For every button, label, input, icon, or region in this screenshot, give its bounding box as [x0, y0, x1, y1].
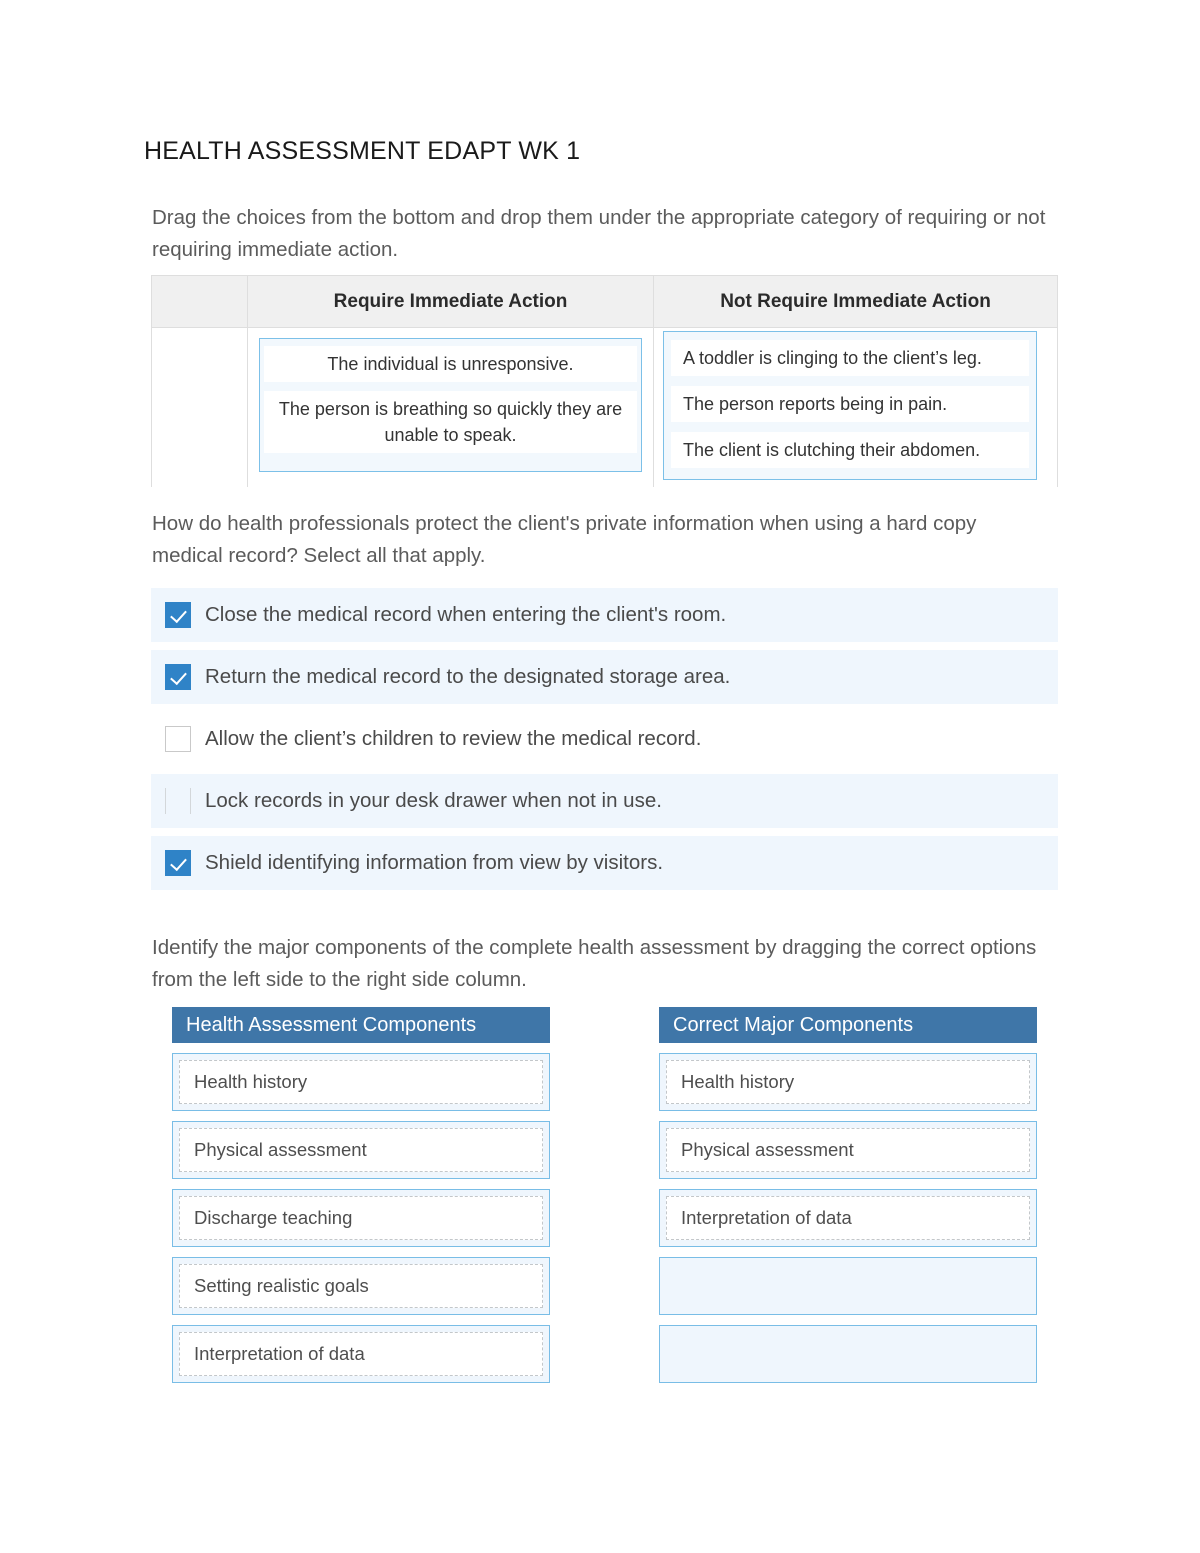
- q1-header-not-require-immediate-action: Not Require Immediate Action: [720, 290, 991, 312]
- q2-option-label-2: Allow the client’s children to review th…: [205, 727, 702, 750]
- q1-chip-require-0[interactable]: The individual is unresponsive.: [264, 346, 637, 382]
- q3-right-slot-2[interactable]: Interpretation of data: [659, 1189, 1037, 1247]
- q1-table-body-row: The individual is unresponsive. The pers…: [152, 328, 1057, 487]
- q2-prompt-text: How do health professionals protect the …: [152, 512, 977, 567]
- q1-header-require-immediate-action: Require Immediate Action: [248, 276, 654, 327]
- q1-dropzone-not-require[interactable]: A toddler is clinging to the client’s le…: [663, 331, 1037, 480]
- q3-left-item-0[interactable]: Health history: [179, 1060, 543, 1104]
- q1-header-blank: [152, 276, 248, 327]
- q3-left-item-4[interactable]: Interpretation of data: [179, 1332, 543, 1376]
- q3-left-slot-2[interactable]: Discharge teaching: [172, 1189, 550, 1247]
- q1-chip-not-require-0[interactable]: A toddler is clinging to the client’s le…: [671, 340, 1029, 376]
- q3-left-item-3[interactable]: Setting realistic goals: [179, 1264, 543, 1308]
- q1-dropzone-require[interactable]: The individual is unresponsive. The pers…: [259, 338, 642, 472]
- q2-checkbox-list: Close the medical record when entering t…: [151, 588, 1058, 898]
- document-page: HEALTH ASSESSMENT EDAPT WK 1 Drag the ch…: [0, 0, 1200, 1553]
- q1-chip-not-require-2[interactable]: The client is clutching their abdomen.: [671, 432, 1029, 468]
- q3-right-item-2[interactable]: Interpretation of data: [666, 1196, 1030, 1240]
- q3-left-slot-4[interactable]: Interpretation of data: [172, 1325, 550, 1383]
- checkbox-checked-icon[interactable]: [165, 664, 191, 690]
- q3-right-slot-0[interactable]: Health history: [659, 1053, 1037, 1111]
- q2-option-label-1: Return the medical record to the designa…: [205, 665, 731, 688]
- q2-option-row-1[interactable]: Return the medical record to the designa…: [151, 650, 1058, 704]
- q3-left-item-2[interactable]: Discharge teaching: [179, 1196, 543, 1240]
- q3-left-slot-3[interactable]: Setting realistic goals: [172, 1257, 550, 1315]
- q3-right-item-1[interactable]: Physical assessment: [666, 1128, 1030, 1172]
- q2-option-label-3: Lock records in your desk drawer when no…: [205, 789, 662, 812]
- q2-option-label-0: Close the medical record when entering t…: [205, 603, 727, 626]
- q3-left-slot-1[interactable]: Physical assessment: [172, 1121, 550, 1179]
- q3-drag-drop-area: Health Assessment Components Health hist…: [172, 1007, 1062, 1390]
- q1-cell-not-require-immediate-action[interactable]: A toddler is clinging to the client’s le…: [654, 328, 1057, 487]
- q3-right-column-header: Correct Major Components: [659, 1007, 1037, 1043]
- q3-right-slot-1[interactable]: Physical assessment: [659, 1121, 1037, 1179]
- q2-option-row-0[interactable]: Close the medical record when entering t…: [151, 588, 1058, 642]
- q3-prompt-text: Identify the major components of the com…: [152, 936, 1037, 991]
- q1-table-header-row: Require Immediate Action Not Require Imm…: [152, 276, 1057, 328]
- checkbox-checked-icon[interactable]: [165, 850, 191, 876]
- q3-right-slot-3[interactable]: [659, 1257, 1037, 1315]
- q1-cell-blank: [152, 328, 248, 487]
- q3-right-slot-4[interactable]: [659, 1325, 1037, 1383]
- checkbox-unchecked-icon[interactable]: [165, 726, 191, 752]
- q3-left-slot-0[interactable]: Health history: [172, 1053, 550, 1111]
- q1-chip-not-require-1[interactable]: The person reports being in pain.: [671, 386, 1029, 422]
- q1-prompt-text: Drag the choices from the bottom and dro…: [152, 206, 1046, 261]
- q2-option-row-3[interactable]: Lock records in your desk drawer when no…: [151, 774, 1058, 828]
- q3-right-column: Correct Major Components Health history …: [659, 1007, 1037, 1383]
- q1-chip-require-1[interactable]: The person is breathing so quickly they …: [264, 391, 637, 453]
- q3-left-column: Health Assessment Components Health hist…: [172, 1007, 550, 1383]
- page-title: HEALTH ASSESSMENT EDAPT WK 1: [144, 137, 581, 165]
- q1-categorization-table: Require Immediate Action Not Require Imm…: [151, 275, 1058, 487]
- q2-option-row-4[interactable]: Shield identifying information from view…: [151, 836, 1058, 890]
- q2-option-row-2[interactable]: Allow the client’s children to review th…: [151, 712, 1058, 766]
- q1-cell-require-immediate-action[interactable]: The individual is unresponsive. The pers…: [248, 328, 654, 487]
- checkbox-checked-icon[interactable]: [165, 602, 191, 628]
- q2-option-label-4: Shield identifying information from view…: [205, 851, 664, 874]
- q3-left-column-header: Health Assessment Components: [172, 1007, 550, 1043]
- q3-left-item-1[interactable]: Physical assessment: [179, 1128, 543, 1172]
- checkbox-unchecked-icon[interactable]: [165, 788, 191, 814]
- q3-right-item-0[interactable]: Health history: [666, 1060, 1030, 1104]
